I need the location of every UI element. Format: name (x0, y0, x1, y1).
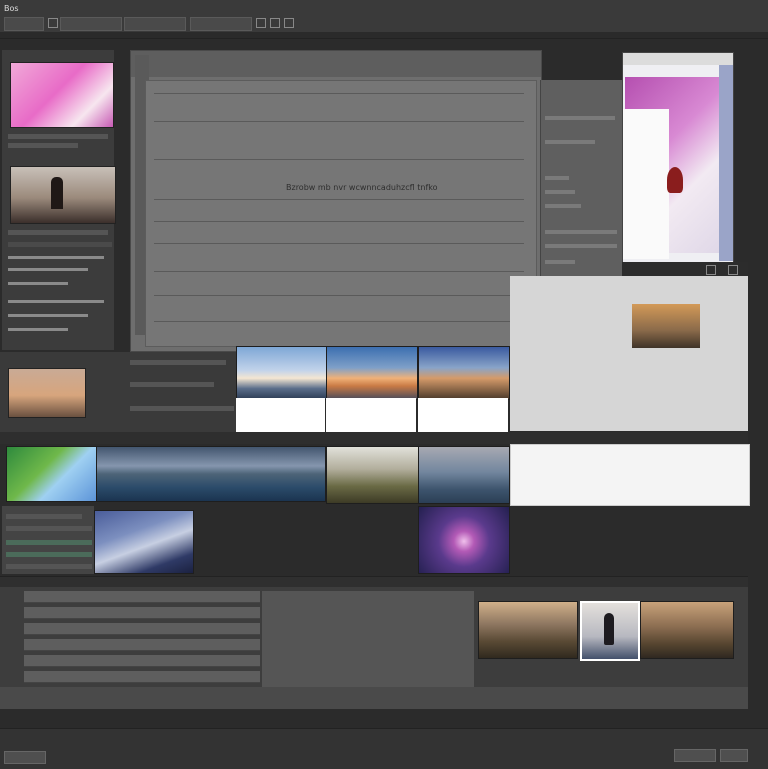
thumbnail-beach-sunset[interactable] (8, 368, 86, 418)
inspector-row (545, 116, 615, 120)
preview-image-magenta[interactable] (623, 77, 719, 259)
metadata-row (6, 526, 92, 531)
filmstrip-caption-1 (236, 398, 325, 432)
metadata-row (6, 552, 92, 557)
inspector-row (545, 176, 569, 180)
thumb-meta-row (8, 282, 68, 285)
timeline-track[interactable] (24, 639, 260, 651)
thumbnail-pink-clouds[interactable] (10, 62, 114, 128)
filmstrip-frame-2[interactable] (326, 346, 418, 400)
dialog-divider (154, 243, 524, 244)
inspector-row (545, 260, 575, 264)
filmstrip-toolbar (0, 432, 748, 444)
left-thumbnail-panel (2, 50, 116, 350)
timeline-thumb-3[interactable] (640, 601, 734, 659)
dialog-heading: Bzrobw mb nvr wcwnncaduhzcfl tnfko (286, 183, 438, 192)
dialog-divider (154, 295, 524, 296)
dialog-divider (154, 321, 524, 322)
inspector-row (545, 244, 617, 248)
preview-statusbar (622, 262, 748, 276)
preview-titlebar (623, 53, 733, 65)
play-icon[interactable] (706, 265, 716, 275)
panel-meta-row (130, 406, 234, 411)
app-title: Bos (4, 4, 19, 13)
thumb-meta-row (8, 256, 104, 259)
filmstrip-caption-2 (326, 398, 416, 432)
timeline-track[interactable] (24, 607, 260, 619)
thumb-meta-row (8, 328, 68, 331)
timeline-thumb-2[interactable] (580, 601, 640, 661)
status-button-left[interactable] (4, 751, 46, 764)
filmstrip-frame-7[interactable] (418, 446, 510, 504)
timeline-track[interactable] (24, 623, 260, 635)
preview-figure (667, 167, 683, 193)
filmstrip-frame-5[interactable] (96, 446, 326, 502)
toolbar-divider (0, 32, 768, 38)
properties-panel-header (131, 51, 541, 77)
timeline-track[interactable] (24, 591, 260, 603)
filmstrip-frame-3[interactable] (418, 346, 510, 400)
timeline-track[interactable] (24, 655, 260, 667)
toolbar-button-4[interactable] (190, 17, 252, 31)
filmstrip-frame-8[interactable] (94, 510, 194, 574)
timeline-ruler (0, 577, 748, 587)
dialog-divider (154, 221, 524, 222)
thumb-figure (604, 613, 614, 645)
toolbar-button-1[interactable] (4, 17, 44, 31)
timeline-panel (0, 576, 748, 709)
thumb-meta-row (8, 300, 104, 303)
thumbnail-couple-silhouette[interactable] (10, 166, 116, 224)
metadata-grid (2, 506, 94, 574)
panel-meta-row (130, 382, 214, 387)
panel-meta-row (130, 360, 226, 365)
inspector-row (545, 140, 595, 144)
filmstrip-frame-4[interactable] (6, 446, 98, 502)
settings-dialog[interactable]: Bzrobw mb nvr wcwnncaduhzcfl tnfko (145, 80, 537, 347)
thumb-meta-row (8, 314, 88, 317)
timeline-thumb-1[interactable] (478, 601, 578, 659)
inspector-row (545, 204, 581, 208)
canvas-pane (510, 276, 748, 431)
maximize-icon[interactable] (270, 18, 280, 28)
thumb-meta-row (8, 242, 112, 247)
timeline-track[interactable] (24, 671, 260, 683)
metadata-row (6, 540, 92, 545)
thumb-meta-row (8, 134, 108, 139)
toolbar-button-3[interactable] (124, 17, 186, 31)
preview-white-frame (623, 109, 669, 259)
metadata-row (6, 564, 92, 569)
dialog-divider (154, 159, 524, 160)
dialog-divider (154, 271, 524, 272)
timeline-footer (0, 687, 748, 709)
filmstrip-frame-1[interactable] (236, 346, 327, 400)
dialog-divider (154, 199, 524, 200)
toolbar-button-2[interactable] (60, 17, 122, 31)
canvas-image-sunset[interactable] (632, 304, 700, 348)
silhouette-figure (51, 177, 63, 209)
secondary-panel (0, 352, 236, 432)
status-button-right-2[interactable] (720, 749, 748, 762)
close-icon[interactable] (284, 18, 294, 28)
preview-scrollbar[interactable] (719, 65, 733, 261)
timeline-clip-area[interactable] (262, 591, 474, 687)
status-button-right-1[interactable] (674, 749, 716, 762)
thumb-meta-row (8, 143, 78, 148)
image-preview-window (622, 52, 734, 264)
empty-white-pane (510, 444, 750, 506)
inspector-row (545, 190, 575, 194)
status-bar (0, 728, 768, 769)
minimize-icon[interactable] (256, 18, 266, 28)
window-menu-icon[interactable] (48, 18, 58, 28)
thumb-meta-row (8, 268, 88, 271)
filmstrip-frame-9[interactable] (418, 506, 510, 574)
settings-icon[interactable] (728, 265, 738, 275)
filmstrip-frame-6[interactable] (326, 446, 420, 504)
dialog-divider (154, 93, 524, 94)
dialog-divider (154, 121, 524, 122)
app-title-bar: Bos (0, 0, 768, 39)
filmstrip-caption-3 (418, 398, 508, 432)
thumb-meta-row (8, 230, 108, 235)
metadata-row (6, 514, 82, 519)
inspector-row (545, 230, 617, 234)
